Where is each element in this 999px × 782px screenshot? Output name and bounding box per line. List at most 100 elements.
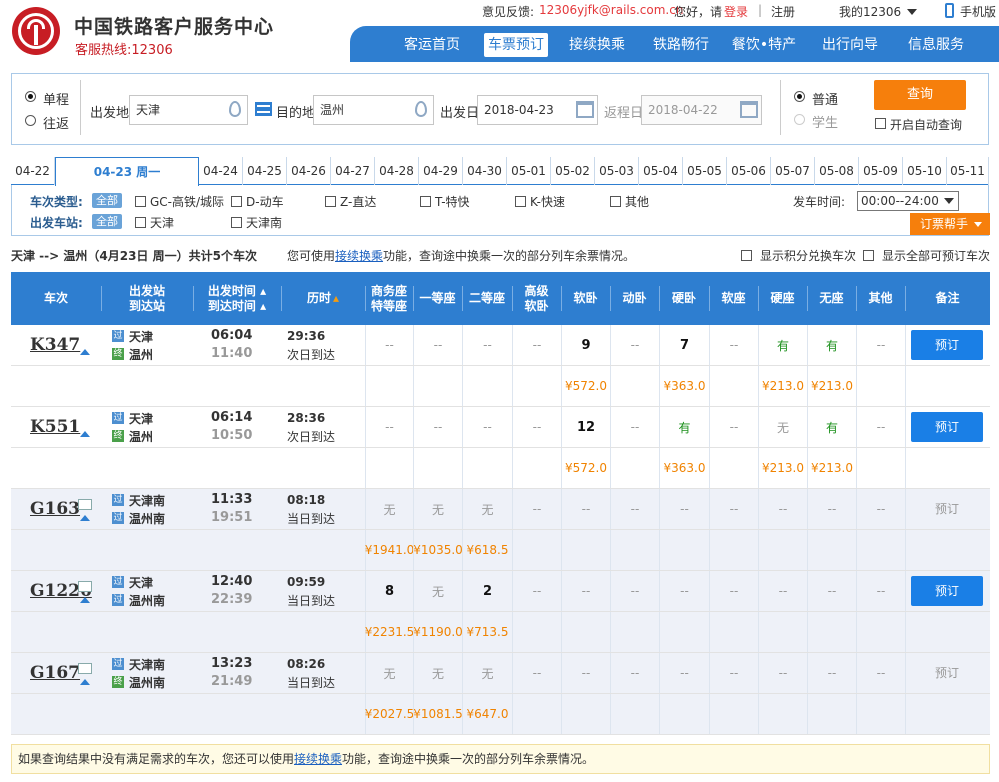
points-exchange-checkbox[interactable] xyxy=(741,250,752,261)
checkbox[interactable] xyxy=(325,196,336,207)
arrive-station[interactable]: 温州南 xyxy=(129,592,165,609)
chevron-down-icon[interactable] xyxy=(907,9,917,15)
nav-info-service[interactable]: 信息服务 xyxy=(900,33,972,57)
booking-helper-button[interactable]: 订票帮手 xyxy=(910,213,990,235)
train-number-link[interactable]: K347 xyxy=(30,335,80,355)
date-tab[interactable]: 04-26 xyxy=(287,157,331,185)
arrive-station[interactable]: 温州南 xyxy=(129,510,165,527)
show-all-bookable-label: 显示全部可预订车次 xyxy=(882,249,991,263)
checkbox[interactable] xyxy=(231,196,242,207)
train-number-link[interactable]: G167 xyxy=(30,663,80,683)
depart-station[interactable]: 天津南 xyxy=(129,656,165,673)
station-all-button[interactable]: 全部 xyxy=(92,214,122,229)
checkbox[interactable] xyxy=(515,196,526,207)
normal-ticket-radio[interactable] xyxy=(794,91,805,102)
nav-home[interactable]: 客运首页 xyxy=(396,33,468,57)
nav-ticket-booking[interactable]: 车票预订 xyxy=(484,33,548,57)
transfer-link[interactable]: 接续换乘 xyxy=(335,249,383,263)
round-trip-radio[interactable] xyxy=(25,115,36,126)
date-tab[interactable]: 04-24 xyxy=(199,157,243,185)
calendar-icon[interactable] xyxy=(740,101,758,118)
col-train[interactable]: 车次 xyxy=(11,272,101,325)
location-pin-icon[interactable] xyxy=(415,101,427,117)
book-button[interactable]: 预订 xyxy=(911,576,983,606)
col-times[interactable]: 出发时间 ▴ 到达时间 ▴ xyxy=(193,272,281,325)
filter-other[interactable]: 其他 xyxy=(610,193,649,210)
login-link[interactable]: 登录 xyxy=(724,3,748,20)
seat-availability: 有 xyxy=(659,407,709,447)
nav-travel-guide[interactable]: 出行向导 xyxy=(814,33,886,57)
nav-food[interactable]: 餐饮•特产 xyxy=(728,33,800,57)
checkbox[interactable] xyxy=(420,196,431,207)
railway-logo-icon[interactable] xyxy=(12,7,60,55)
depart-station[interactable]: 天津 xyxy=(129,328,153,345)
nav-transfer[interactable]: 接续换乘 xyxy=(562,33,632,57)
checkbox[interactable] xyxy=(610,196,621,207)
query-button[interactable]: 查询 xyxy=(874,80,966,110)
date-tab[interactable]: 04-30 xyxy=(463,157,507,185)
filter-z[interactable]: Z-直达 xyxy=(325,193,376,210)
student-ticket-radio[interactable] xyxy=(794,114,805,125)
filter-k[interactable]: K-快速 xyxy=(515,193,565,210)
mobile-link[interactable]: 手机版 xyxy=(960,3,996,20)
expand-arrow-icon[interactable] xyxy=(80,515,90,521)
date-tab[interactable]: 05-04 xyxy=(639,157,683,185)
seat-price xyxy=(512,612,561,652)
register-link[interactable]: 注册 xyxy=(771,3,795,20)
date-tab[interactable]: 05-06 xyxy=(727,157,771,185)
checkbox[interactable] xyxy=(231,217,242,228)
date-tab[interactable]: 05-05 xyxy=(683,157,727,185)
book-button[interactable]: 预订 xyxy=(911,412,983,442)
filter-d[interactable]: D-动车 xyxy=(231,193,284,210)
date-tab[interactable]: 04-22 xyxy=(11,157,55,185)
train-number-link[interactable]: K551 xyxy=(30,417,80,437)
checkbox[interactable] xyxy=(135,217,146,228)
one-way-radio[interactable] xyxy=(25,91,36,102)
feedback-email-link[interactable]: 12306yjfk@rails.com.cn xyxy=(539,3,683,17)
checkbox[interactable] xyxy=(135,196,146,207)
date-tab[interactable]: 05-09 xyxy=(859,157,903,185)
arrive-station[interactable]: 温州 xyxy=(129,428,153,445)
filter-t[interactable]: T-特快 xyxy=(420,193,470,210)
col-duration[interactable]: 历时 ▴ xyxy=(281,272,365,325)
expand-arrow-icon[interactable] xyxy=(80,679,90,685)
expand-arrow-icon[interactable] xyxy=(80,597,90,603)
auto-query-checkbox[interactable] xyxy=(875,118,886,129)
expand-arrow-icon[interactable] xyxy=(80,431,90,437)
date-tab[interactable]: 05-03 xyxy=(595,157,639,185)
date-tab[interactable]: 04-28 xyxy=(375,157,419,185)
seat-availability: -- xyxy=(856,325,905,365)
date-tab[interactable]: 05-11 xyxy=(947,157,989,185)
date-tab[interactable]: 05-08 xyxy=(815,157,859,185)
book-button[interactable]: 预订 xyxy=(911,330,983,360)
filter-station-tianjinnan[interactable]: 天津南 xyxy=(231,214,282,231)
my12306-menu[interactable]: 我的12306 xyxy=(839,3,901,20)
date-tab[interactable]: 05-10 xyxy=(903,157,947,185)
date-tab-selected[interactable]: 04-23 周一 xyxy=(55,157,199,186)
calendar-icon[interactable] xyxy=(576,101,594,118)
filter-station-tianjin[interactable]: 天津 xyxy=(135,214,174,231)
swap-icon[interactable] xyxy=(255,102,272,116)
seat-price xyxy=(807,612,856,652)
expand-arrow-icon[interactable] xyxy=(80,349,90,355)
depart-time-select[interactable]: 00:00--24:00 xyxy=(857,191,959,211)
date-tab[interactable]: 05-02 xyxy=(551,157,595,185)
date-tab[interactable]: 05-07 xyxy=(771,157,815,185)
location-pin-icon[interactable] xyxy=(229,101,241,117)
show-all-bookable-checkbox[interactable] xyxy=(863,250,874,261)
date-tab[interactable]: 04-27 xyxy=(331,157,375,185)
date-tab[interactable]: 04-29 xyxy=(419,157,463,185)
arrive-station[interactable]: 温州 xyxy=(129,346,153,363)
train-type-all-button[interactable]: 全部 xyxy=(92,193,122,208)
date-tab[interactable]: 04-25 xyxy=(243,157,287,185)
nav-rail-pass[interactable]: 铁路畅行 xyxy=(646,33,716,57)
depart-station[interactable]: 天津 xyxy=(129,574,153,591)
notice-transfer-link[interactable]: 接续换乘 xyxy=(294,752,342,766)
depart-station[interactable]: 天津 xyxy=(129,410,153,427)
arrive-station[interactable]: 温州南 xyxy=(129,674,165,691)
train-number-link[interactable]: G163 xyxy=(30,499,80,519)
date-tab[interactable]: 05-01 xyxy=(507,157,551,185)
seat-availability: -- xyxy=(561,653,610,693)
filter-gc[interactable]: GC-高铁/城际 xyxy=(135,193,224,210)
depart-station[interactable]: 天津南 xyxy=(129,492,165,509)
